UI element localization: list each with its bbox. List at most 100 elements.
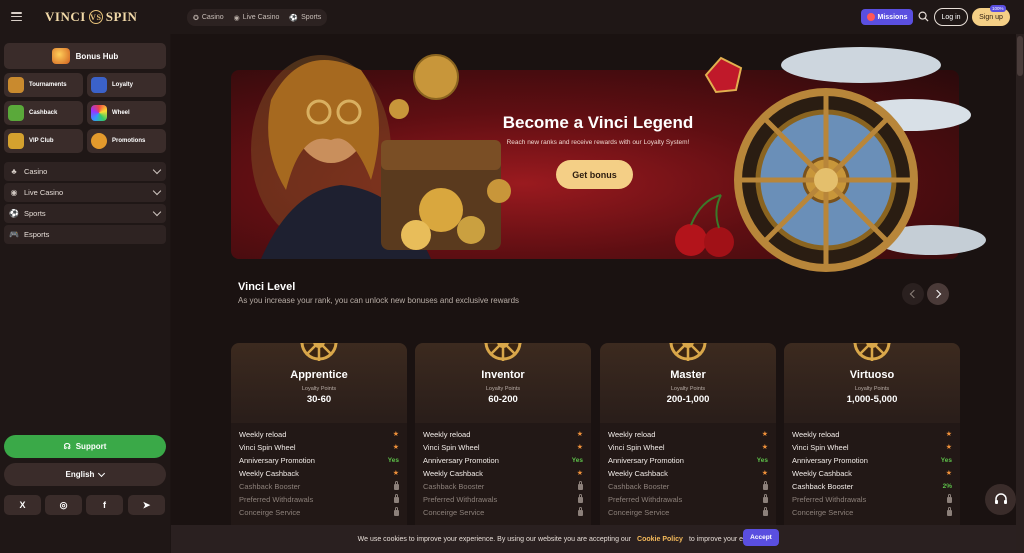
topnav-label: Live Casino bbox=[242, 14, 280, 21]
level-name: Inventor bbox=[481, 369, 525, 381]
perk-row: Anniversary Promotion Yes bbox=[608, 454, 768, 466]
x-social-icon[interactable]: X bbox=[4, 495, 41, 515]
shield-icon bbox=[91, 77, 107, 93]
tile-loyalty[interactable]: Loyalty bbox=[87, 73, 166, 97]
cookie-policy-link[interactable]: Cookie Policy bbox=[637, 536, 683, 543]
lock-icon bbox=[947, 493, 952, 503]
perk-value: Yes bbox=[940, 456, 952, 464]
perk-name: Vinci Spin Wheel bbox=[792, 442, 849, 452]
live-chat-button[interactable] bbox=[985, 484, 1016, 515]
tile-label: Promotions bbox=[112, 138, 146, 144]
accept-cookies-button[interactable]: Accept bbox=[743, 529, 779, 546]
star-icon: ★ bbox=[761, 444, 768, 451]
sidebar-item-live-casino[interactable]: ◉ Live Casino bbox=[4, 183, 166, 202]
topnav-live-casino[interactable]: ◉ Live Casino bbox=[234, 14, 280, 22]
topnav-sports[interactable]: ⚽ Sports bbox=[289, 14, 321, 22]
perk-value: 2% bbox=[942, 482, 952, 490]
top-bar: VINCI VS SPIN ✪ Casino ◉ Live Casino ⚽ Spor… bbox=[0, 0, 1024, 34]
chevron-down-icon bbox=[98, 469, 106, 477]
telegram-social-icon[interactable]: ➤ bbox=[128, 495, 165, 515]
perk-name: Conceirge Service bbox=[608, 507, 670, 517]
chevron-down-icon[interactable] bbox=[152, 165, 162, 175]
level-emblem-icon bbox=[669, 343, 707, 361]
perk-row: Vinci Spin Wheel ★ bbox=[239, 441, 399, 453]
language-label: English bbox=[65, 470, 95, 479]
perk-value: Yes bbox=[387, 456, 399, 464]
lock-icon bbox=[947, 506, 952, 516]
perk-name: Vinci Spin Wheel bbox=[239, 442, 296, 452]
chevron-down-icon[interactable] bbox=[152, 186, 162, 196]
level-card-master: Master Loyalty Points 200-1,000 Weekly relo… bbox=[600, 343, 776, 533]
missions-icon bbox=[866, 13, 875, 21]
perk-name: Vinci Spin Wheel bbox=[423, 442, 480, 452]
carousel-next-button[interactable] bbox=[927, 283, 949, 305]
chevron-down-icon[interactable] bbox=[152, 207, 162, 217]
scrollbar-thumb[interactable] bbox=[1017, 36, 1023, 76]
gift-icon bbox=[51, 48, 70, 64]
search-icon[interactable] bbox=[918, 11, 929, 22]
lock-icon bbox=[578, 480, 583, 490]
perk-row: Weekly reload ★ bbox=[792, 428, 952, 440]
level-name: Virtuoso bbox=[849, 369, 895, 381]
banner-subtitle: Reach new ranks and receive rewards with… bbox=[506, 139, 690, 146]
perk-row: Vinci Spin Wheel ★ bbox=[792, 441, 952, 453]
support-button[interactable]: ☊ Support bbox=[4, 435, 166, 458]
wheel-icon bbox=[91, 105, 107, 121]
casino-chip-icon: ✪ bbox=[193, 14, 199, 22]
trophy-icon bbox=[8, 77, 24, 93]
topnav-casino[interactable]: ✪ Casino bbox=[193, 14, 224, 22]
perk-name: Conceirge Service bbox=[792, 507, 854, 517]
tile-label: VIP Club bbox=[29, 138, 54, 144]
loyalty-points-range: 1,000-5,000 bbox=[846, 394, 898, 405]
missions-button[interactable]: Missions bbox=[861, 9, 913, 25]
lock-icon bbox=[578, 506, 583, 516]
perk-row: Conceirge Service bbox=[423, 506, 583, 518]
tile-wheel[interactable]: Wheel bbox=[87, 101, 166, 125]
loyalty-points-label: Loyalty Points bbox=[854, 386, 890, 392]
star-icon: ★ bbox=[576, 431, 583, 438]
lock-icon bbox=[394, 480, 399, 490]
tile-promotions[interactable]: Promotions bbox=[87, 129, 166, 153]
login-button[interactable]: Log in bbox=[934, 8, 968, 26]
get-bonus-button[interactable]: Get bonus bbox=[556, 160, 633, 189]
perk-row: Weekly Cashback ★ bbox=[239, 467, 399, 479]
sidebar-item-casino[interactable]: ♣ Casino bbox=[4, 162, 166, 181]
tile-label: Loyalty bbox=[112, 82, 134, 88]
perk-name: Weekly Cashback bbox=[423, 468, 483, 478]
topnav-label: Sports bbox=[301, 14, 322, 21]
perk-row: Conceirge Service bbox=[239, 506, 399, 518]
perk-name: Anniversary Promotion bbox=[608, 455, 684, 465]
tile-tournaments[interactable]: Tournaments bbox=[4, 73, 83, 97]
sidebar-item-sports[interactable]: ⚽ Sports bbox=[4, 204, 166, 223]
level-card-apprentice: Apprentice Loyalty Points 30-60 Weekly relo… bbox=[231, 343, 407, 533]
headset-icon: ☊ bbox=[63, 442, 71, 451]
perk-name: Cashback Booster bbox=[423, 481, 485, 491]
star-icon: ★ bbox=[945, 431, 952, 438]
bonus-hub-button[interactable]: Bonus Hub bbox=[4, 43, 166, 69]
carousel-prev-button[interactable] bbox=[902, 283, 924, 305]
perk-row: Weekly reload ★ bbox=[608, 428, 768, 440]
tile-vip-club[interactable]: VIP Club bbox=[4, 129, 83, 153]
brand-logo[interactable]: VINCI VS SPIN bbox=[45, 9, 137, 25]
facebook-social-icon[interactable]: f bbox=[86, 495, 123, 515]
perk-row: Weekly reload ★ bbox=[239, 428, 399, 440]
logo-left: VINCI bbox=[45, 9, 86, 24]
bonus-hub-label: Bonus Hub bbox=[75, 51, 119, 61]
lock-icon bbox=[394, 493, 399, 503]
perk-value: Yes bbox=[756, 456, 768, 464]
topnav-label: Casino bbox=[201, 14, 224, 21]
tile-cashback[interactable]: Cashback bbox=[4, 101, 83, 125]
star-icon: ★ bbox=[945, 470, 952, 477]
headset-icon bbox=[994, 492, 1007, 504]
instagram-social-icon[interactable]: ◎ bbox=[45, 495, 82, 515]
perk-name: Weekly reload bbox=[239, 429, 287, 439]
perk-name: Anniversary Promotion bbox=[423, 455, 499, 465]
sidebar-item-esports[interactable]: 🎮 Esports bbox=[4, 225, 166, 244]
level-emblem-icon bbox=[484, 343, 522, 361]
scrollbar[interactable] bbox=[1016, 34, 1024, 553]
tile-label: Wheel bbox=[112, 110, 130, 116]
menu-icon[interactable] bbox=[11, 12, 22, 21]
perk-name: Vinci Spin Wheel bbox=[608, 442, 665, 452]
level-card-virtuoso: Virtuoso Loyalty Points 1,000-5,000 Weekly … bbox=[784, 343, 960, 533]
language-select[interactable]: English bbox=[4, 463, 166, 486]
